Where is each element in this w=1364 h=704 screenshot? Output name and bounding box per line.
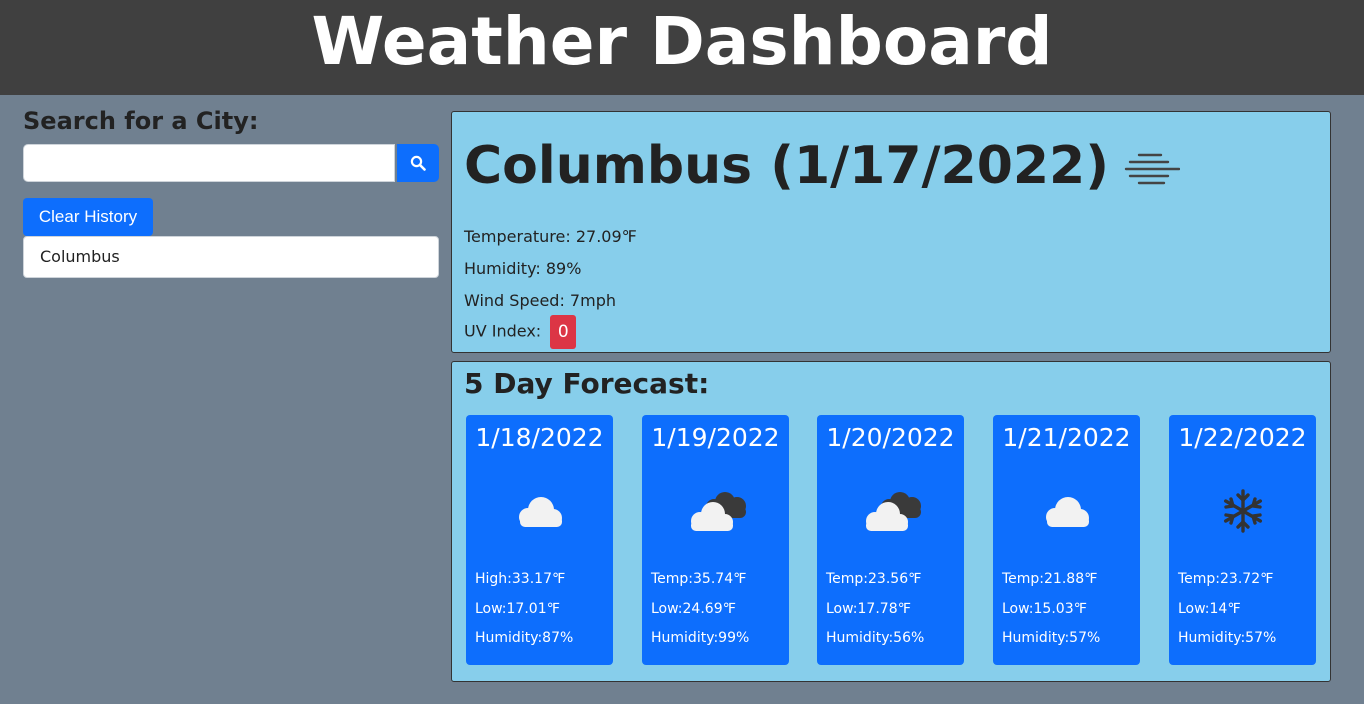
forecast-low: Low:17.78℉ [826,601,911,617]
forecast-card: 1/19/2022 Temp:35.74℉ Low:24.69℉ Humidit… [642,415,789,665]
search-heading: Search for a City: [23,107,259,135]
forecast-low: Low:17.01℉ [475,601,560,617]
forecast-date: 1/22/2022 [1178,423,1307,452]
uv-index-label: UV Index: [464,321,542,341]
forecast-low: Low:14℉ [1178,601,1241,617]
clear-history-button[interactable]: Clear History [23,198,153,236]
forecast-card: 1/20/2022 Temp:23.56℉ Low:17.78℉ Humidit… [817,415,964,665]
forecast-temp: Temp:23.72℉ [1178,571,1274,587]
current-city-title: Columbus (1/17/2022) [464,136,1109,196]
broken-clouds-icon [691,492,746,531]
forecast-temp: Temp:35.74℉ [651,571,747,587]
sidebar: Search for a City: Clear History Columbu… [23,106,439,278]
temperature-text: Temperature: 27.09℉ [464,227,637,246]
current-weather-panel: Columbus (1/17/2022) Temperature: 27.09℉… [451,111,1331,353]
forecast-card: 1/22/2022 Temp:23.72℉ Low:14℉ Humidity:5… [1169,415,1316,665]
forecast-date: 1/21/2022 [1002,423,1131,452]
forecast-date: 1/18/2022 [475,423,604,452]
fog-icon [1124,153,1180,185]
city-search-input[interactable] [23,144,395,182]
forecast-low: Low:24.69℉ [651,601,736,617]
cloud-icon [519,497,562,527]
forecast-humidity: Humidity:57% [1002,630,1101,646]
search-button[interactable] [397,144,439,182]
uv-index-row: UV Index: 0 [464,315,577,349]
forecast-humidity: Humidity:57% [1178,630,1277,646]
forecast-low: Low:15.03℉ [1002,601,1087,617]
cloud-icon [1046,497,1089,527]
forecast-humidity: Humidity:99% [651,630,750,646]
wind-speed-text: Wind Speed: 7mph [464,291,616,310]
uv-index-badge: 0 [550,315,577,349]
forecast-humidity: Humidity:56% [826,630,925,646]
forecast-card: 1/18/2022 High:33.17℉ Low:17.01℉ Humidit… [466,415,613,665]
forecast-panel: 5 Day Forecast: 1/18/2022 High:33.17℉ Lo… [451,361,1331,682]
humidity-text: Humidity: 89% [464,259,582,278]
forecast-card: 1/21/2022 Temp:21.88℉ Low:15.03℉ Humidit… [993,415,1140,665]
history-item-columbus[interactable]: Columbus [23,236,439,278]
page-title: Weather Dashboard [311,3,1053,80]
snow-icon [1224,489,1262,533]
forecast-heading: 5 Day Forecast: [464,367,710,400]
broken-clouds-icon [866,492,921,531]
forecast-high: High:33.17℉ [475,571,566,587]
page-header: Weather Dashboard [0,0,1364,95]
forecast-temp: Temp:21.88℉ [1002,571,1098,587]
forecast-date: 1/19/2022 [651,423,780,452]
forecast-humidity: Humidity:87% [475,630,574,646]
forecast-date: 1/20/2022 [826,423,955,452]
search-row [23,144,439,182]
search-icon [410,155,426,171]
forecast-temp: Temp:23.56℉ [826,571,922,587]
